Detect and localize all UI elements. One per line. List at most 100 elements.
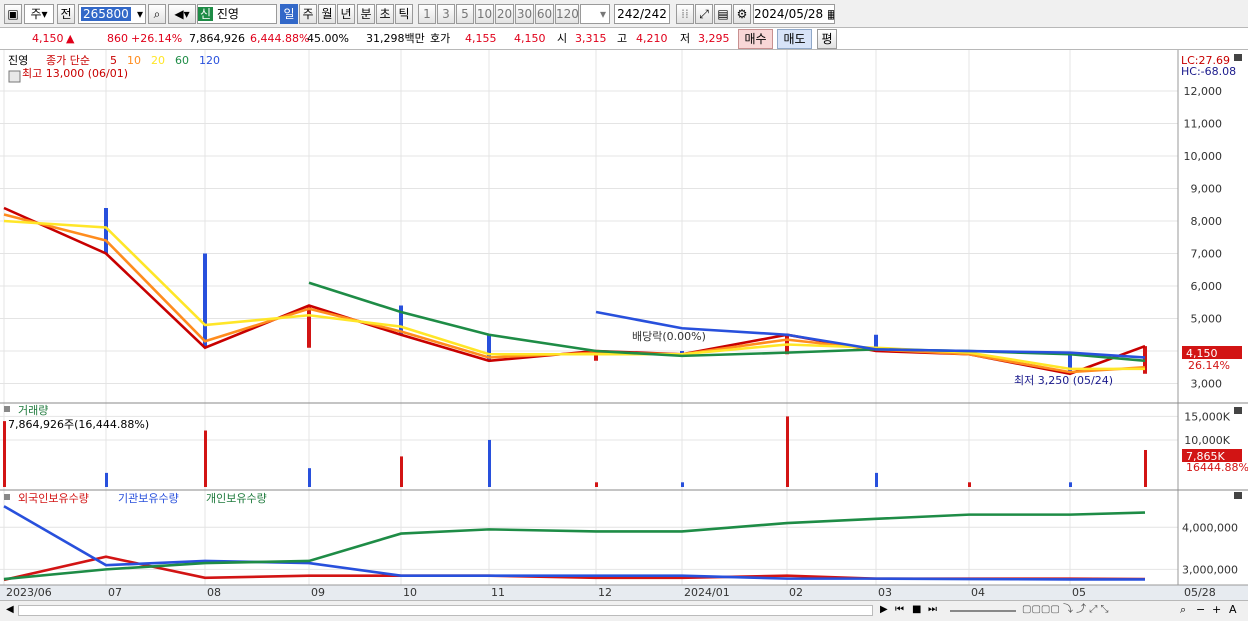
- candle: [307, 305, 311, 348]
- volume-title: 거래량: [18, 404, 48, 417]
- volume-bar: [1069, 482, 1072, 487]
- x-axis-label: 10: [403, 586, 417, 599]
- count-total: /242: [639, 7, 667, 21]
- volume-bar: [786, 416, 789, 487]
- ma-legend-5: 5: [110, 54, 117, 67]
- zoom-slider[interactable]: [950, 610, 1016, 612]
- price-tick-label: 10,000: [1184, 150, 1223, 163]
- period-minute-button[interactable]: 분: [357, 4, 375, 24]
- holdings-inst-label: 기관보유수량: [118, 492, 179, 505]
- gear-icon[interactable]: ⚙: [733, 4, 751, 24]
- volume-bar: [875, 472, 878, 487]
- scroll-right-icon[interactable]: ▶: [880, 603, 888, 617]
- minute-option-30[interactable]: 30: [515, 4, 534, 24]
- holdings-pane-close-icon[interactable]: [1234, 492, 1242, 499]
- period-second-button[interactable]: 초: [376, 4, 394, 24]
- scroll-track[interactable]: [18, 605, 873, 616]
- minute-option-60[interactable]: 60: [535, 4, 554, 24]
- x-axis-label: 07: [108, 586, 122, 599]
- minute-option-20[interactable]: 20: [495, 4, 514, 24]
- minute-option-10[interactable]: 10: [475, 4, 494, 24]
- x-axis-label: 2023/06: [6, 586, 52, 599]
- ask-label: 호가: [430, 32, 451, 45]
- tools-icons[interactable]: ▢▢▢▢ ⤵ ⤴ ⤢ ⤡: [1022, 603, 1109, 617]
- period-tick-button[interactable]: 틱: [395, 4, 413, 24]
- hc-label: HC:-68.08: [1181, 65, 1236, 78]
- speaker-icon[interactable]: ◀▾: [168, 4, 196, 24]
- market-toggle[interactable]: 주▾: [24, 4, 54, 24]
- custom-period-dropdown[interactable]: ▾: [580, 4, 610, 24]
- scroll-left-icon[interactable]: ◀: [6, 603, 14, 617]
- sell-button[interactable]: 매도: [777, 29, 812, 49]
- ask-price-2: 4,150: [514, 32, 546, 45]
- period-week-button[interactable]: 주: [299, 4, 317, 24]
- change-arrow: ▲: [66, 32, 75, 45]
- buy-button[interactable]: 매수: [738, 29, 773, 49]
- price-bar: 4,150 ▲ 860 +26.14% 7,864,926 6,444.88% …: [0, 28, 1248, 50]
- x-axis-label: 12: [598, 586, 612, 599]
- font-size-icon[interactable]: A: [1229, 603, 1237, 617]
- price-tick-label: 12,000: [1184, 85, 1223, 98]
- volume-bar: [204, 430, 207, 487]
- price-tick-label: 9,000: [1191, 183, 1223, 196]
- stop-icon[interactable]: ■: [912, 603, 921, 617]
- dividend-label: 배당락(0.00%): [632, 330, 706, 343]
- change-pct: +26.14%: [131, 32, 183, 45]
- candle-type-icon[interactable]: ⁞⁞: [676, 4, 694, 24]
- high-value: 4,210: [636, 32, 668, 45]
- zoom-out-icon[interactable]: −: [1196, 603, 1205, 617]
- pane-marker-icon: [4, 406, 10, 412]
- count-value: 242: [617, 7, 640, 21]
- price-tick-label: 7,000: [1191, 248, 1223, 261]
- volume-bar: [488, 439, 491, 487]
- count-field[interactable]: 242/242: [614, 4, 670, 24]
- holdings-indiv-label: 개인보유수량: [206, 492, 267, 505]
- date-field[interactable]: 2024/05/28 ▦: [753, 4, 835, 24]
- period-prefix-button[interactable]: 전: [57, 4, 75, 24]
- minute-option-5[interactable]: 5: [456, 4, 474, 24]
- company-field[interactable]: 신 진영: [197, 4, 277, 24]
- candle: [104, 208, 108, 254]
- search-zoom-icon[interactable]: ⌕: [1180, 603, 1186, 617]
- volume-bar: [595, 482, 598, 487]
- last-icon[interactable]: ⏭: [928, 603, 937, 617]
- window-menu-icon[interactable]: ▣: [4, 4, 22, 24]
- zoom-in-icon[interactable]: +: [1212, 603, 1221, 617]
- calendar-icon[interactable]: ▦: [827, 7, 834, 21]
- period-year-button[interactable]: 년: [337, 4, 355, 24]
- search-icon[interactable]: ⌕: [148, 4, 166, 24]
- draw-tool-icon[interactable]: ⤢: [695, 4, 713, 24]
- company-name: 진영: [216, 7, 239, 21]
- company-badge: 신: [198, 7, 214, 21]
- volume-pane-close-icon[interactable]: [1234, 407, 1242, 414]
- x-axis-label: 09: [311, 586, 325, 599]
- volume-value: 7,864,926: [189, 32, 245, 45]
- period-day-button[interactable]: 일: [280, 4, 298, 24]
- ma-legend-10: 10: [127, 54, 141, 67]
- price-pane-close-icon[interactable]: [1234, 54, 1242, 61]
- minute-option-3[interactable]: 3: [437, 4, 455, 24]
- market-toggle-label: 주: [30, 7, 42, 21]
- volume-pct: 6,444.88%: [250, 32, 310, 45]
- first-icon[interactable]: ⏮: [895, 603, 904, 617]
- ask-price-1: 4,155: [465, 32, 497, 45]
- volume-bar: [308, 468, 311, 487]
- x-axis-label: 03: [878, 586, 892, 599]
- save-icon[interactable]: ▤: [714, 4, 732, 24]
- minute-option-1[interactable]: 1: [418, 4, 436, 24]
- minute-option-120[interactable]: 120: [555, 4, 579, 24]
- avg-button[interactable]: 평: [817, 29, 837, 49]
- low-label: 저: [680, 32, 691, 45]
- x-axis-right-label: 05/28: [1184, 586, 1216, 599]
- ma-legend-60: 60: [175, 54, 189, 67]
- holdings-tick-label: 3,000,000: [1182, 563, 1238, 576]
- chart-settings-icon[interactable]: [8, 70, 21, 83]
- price-value: 4,150: [32, 32, 64, 45]
- period-month-button[interactable]: 월: [318, 4, 336, 24]
- high-label: 고: [617, 32, 628, 45]
- change-value: 860: [107, 32, 128, 45]
- bottom-bar: ◀ ▶ ⏮ ■ ⏭ ▢▢▢▢ ⤵ ⤴ ⤢ ⤡ ⌕ − + A: [0, 600, 1248, 621]
- code-input[interactable]: 265800 ▾: [78, 4, 146, 24]
- dropdown-icon[interactable]: ▾: [137, 5, 145, 23]
- date-value: 2024/05/28: [754, 7, 824, 21]
